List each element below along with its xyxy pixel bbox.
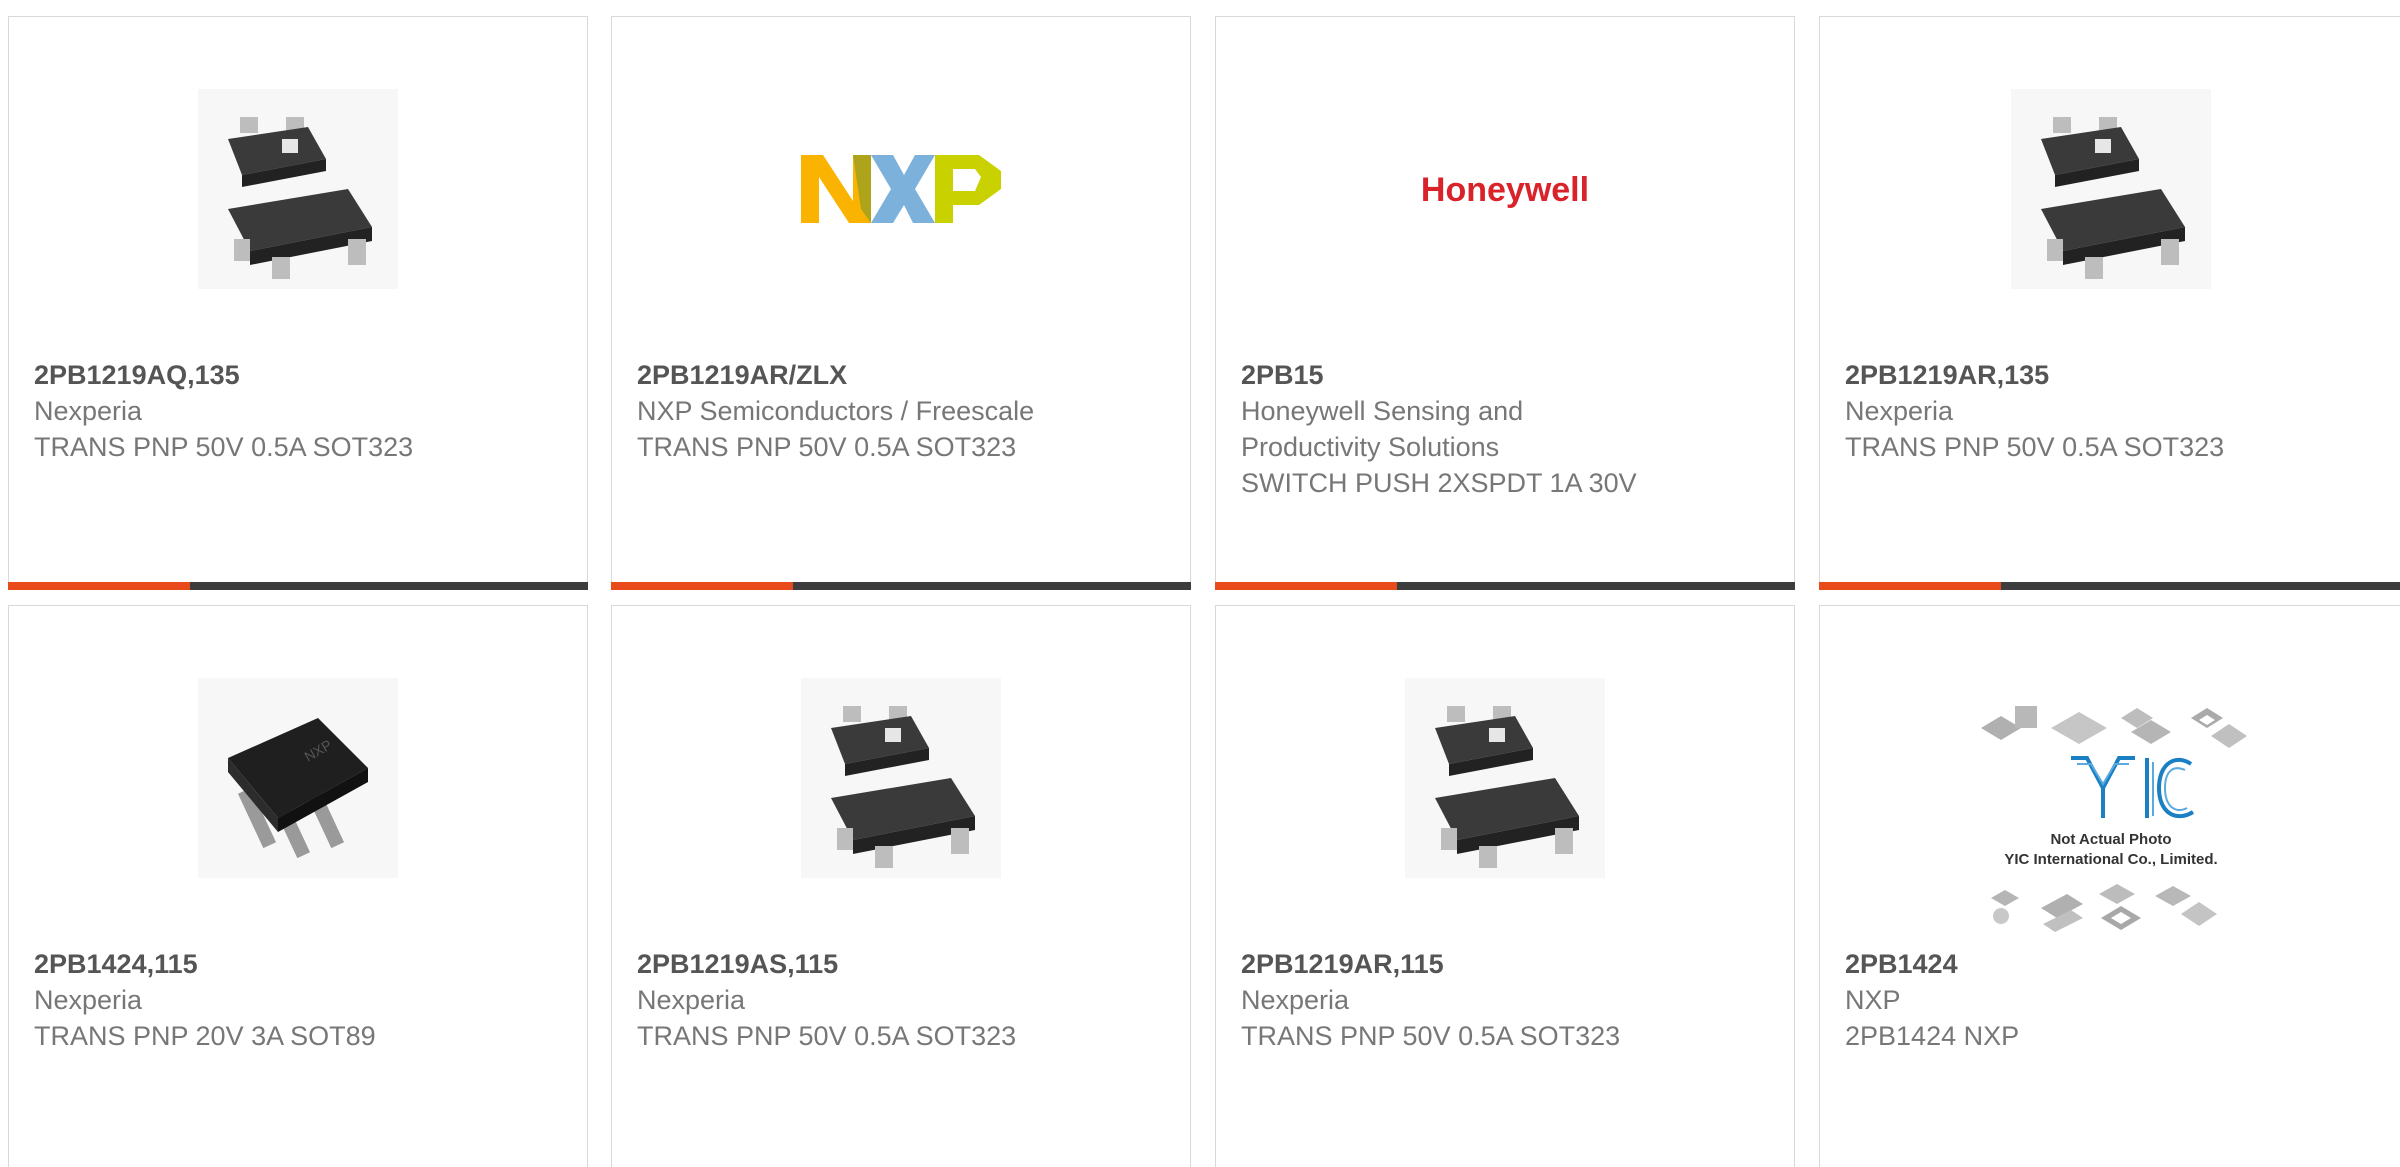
product-card[interactable]: 2PB1219AR,135 Nexperia TRANS PNP 50V 0.5… (1819, 16, 2400, 590)
card-accent-bar (611, 582, 793, 590)
placeholder-line1: Not Actual Photo (2050, 831, 2171, 848)
product-info: 2PB1424,115 Nexperia TRANS PNP 20V 3A SO… (34, 946, 562, 1054)
product-card[interactable]: 2PB1219AR,115 Nexperia TRANS PNP 50V 0.5… (1215, 605, 1795, 1167)
product-info: 2PB1219AR,135 Nexperia TRANS PNP 50V 0.5… (1845, 357, 2377, 465)
manufacturer: Nexperia (1241, 985, 1350, 1015)
product-info: 2PB1219AQ,135 Nexperia TRANS PNP 50V 0.5… (34, 357, 562, 465)
placeholder-line2: YIC International Co., Limited. (2004, 851, 2217, 868)
product-image[interactable]: NXP (198, 678, 398, 878)
part-number[interactable]: 2PB1219AQ,135 (34, 357, 562, 393)
card-bottom-bar (1819, 582, 2400, 590)
sot89-package-icon: NXP (198, 678, 398, 878)
product-card[interactable]: Not Actual Photo YIC International Co., … (1819, 605, 2400, 1167)
nxp-logo-icon (801, 155, 1001, 223)
product-card[interactable]: 2PB1219AS,115 Nexperia TRANS PNP 50V 0.5… (611, 605, 1191, 1167)
sot323-package-icon (198, 89, 398, 289)
product-card[interactable]: Honeywell 2PB15 Honeywell Sensing and Pr… (1215, 16, 1795, 590)
card-bottom-bar (1215, 582, 1795, 590)
honeywell-logo-text: Honeywell (1421, 171, 1589, 209)
product-image[interactable] (198, 89, 398, 289)
part-number[interactable]: 2PB1424,115 (34, 946, 562, 982)
part-number[interactable]: 2PB1424 (1845, 946, 2377, 982)
product-info: 2PB1424 NXP 2PB1424 NXP (1845, 946, 2377, 1054)
product-grid: 2PB1219AQ,135 Nexperia TRANS PNP 50V 0.5… (0, 0, 2400, 1167)
manufacturer: NXP (1845, 985, 1901, 1015)
product-image[interactable] (1405, 678, 1605, 878)
part-number[interactable]: 2PB1219AR,135 (1845, 357, 2377, 393)
sot323-package-icon (1405, 678, 1605, 878)
sot323-package-icon (2011, 89, 2211, 289)
card-accent-bar (1215, 582, 1397, 590)
product-image[interactable] (801, 89, 1001, 289)
manufacturer-continued: Productivity Solutions (1241, 432, 1500, 462)
product-card[interactable]: 2PB1219AR/ZLX NXP Semiconductors / Frees… (611, 16, 1191, 590)
card-bottom-bar (8, 582, 588, 590)
card-accent-bar (8, 582, 190, 590)
nxp-logo (801, 149, 1001, 229)
product-card[interactable]: 2PB1219AQ,135 Nexperia TRANS PNP 50V 0.5… (8, 16, 588, 590)
sot323-package-icon (801, 678, 1001, 878)
product-image[interactable]: Not Actual Photo YIC International Co., … (1971, 688, 2251, 958)
description: TRANS PNP 20V 3A SOT89 (34, 1021, 376, 1051)
manufacturer: Honeywell Sensing and (1241, 396, 1524, 426)
description: TRANS PNP 50V 0.5A SOT323 (637, 1021, 1017, 1051)
product-image[interactable] (801, 678, 1001, 878)
description: TRANS PNP 50V 0.5A SOT323 (1241, 1021, 1621, 1051)
honeywell-logo: Honeywell (1421, 171, 1589, 209)
product-info: 2PB1219AR/ZLX NXP Semiconductors / Frees… (637, 357, 1165, 465)
product-image[interactable]: Honeywell (1405, 89, 1605, 289)
description: 2PB1424 NXP (1845, 1021, 2020, 1051)
part-number[interactable]: 2PB1219AR,115 (1241, 946, 1769, 982)
manufacturer: Nexperia (34, 396, 143, 426)
manufacturer: NXP Semiconductors / Freescale (637, 396, 1035, 426)
description: TRANS PNP 50V 0.5A SOT323 (1845, 432, 2225, 462)
product-info: 2PB15 Honeywell Sensing and Productivity… (1241, 357, 1769, 501)
card-bottom-bar (611, 582, 1191, 590)
manufacturer: Nexperia (637, 985, 746, 1015)
product-info: 2PB1219AR,115 Nexperia TRANS PNP 50V 0.5… (1241, 946, 1769, 1054)
part-number[interactable]: 2PB1219AS,115 (637, 946, 1165, 982)
description: TRANS PNP 50V 0.5A SOT323 (637, 432, 1017, 462)
product-card[interactable]: NXP 2PB1424,115 Nexperia TRANS PNP 20V 3… (8, 605, 588, 1167)
description: SWITCH PUSH 2XSPDT 1A 30V (1241, 468, 1637, 498)
product-info: 2PB1219AS,115 Nexperia TRANS PNP 50V 0.5… (637, 946, 1165, 1054)
yic-placeholder-image: Not Actual Photo YIC International Co., … (1981, 706, 2247, 932)
part-number[interactable]: 2PB15 (1241, 357, 1769, 393)
description: TRANS PNP 50V 0.5A SOT323 (34, 432, 414, 462)
product-image[interactable] (2011, 89, 2211, 289)
part-number[interactable]: 2PB1219AR/ZLX (637, 357, 1165, 393)
card-accent-bar (1819, 582, 2001, 590)
manufacturer: Nexperia (1845, 396, 1954, 426)
manufacturer: Nexperia (34, 985, 143, 1015)
